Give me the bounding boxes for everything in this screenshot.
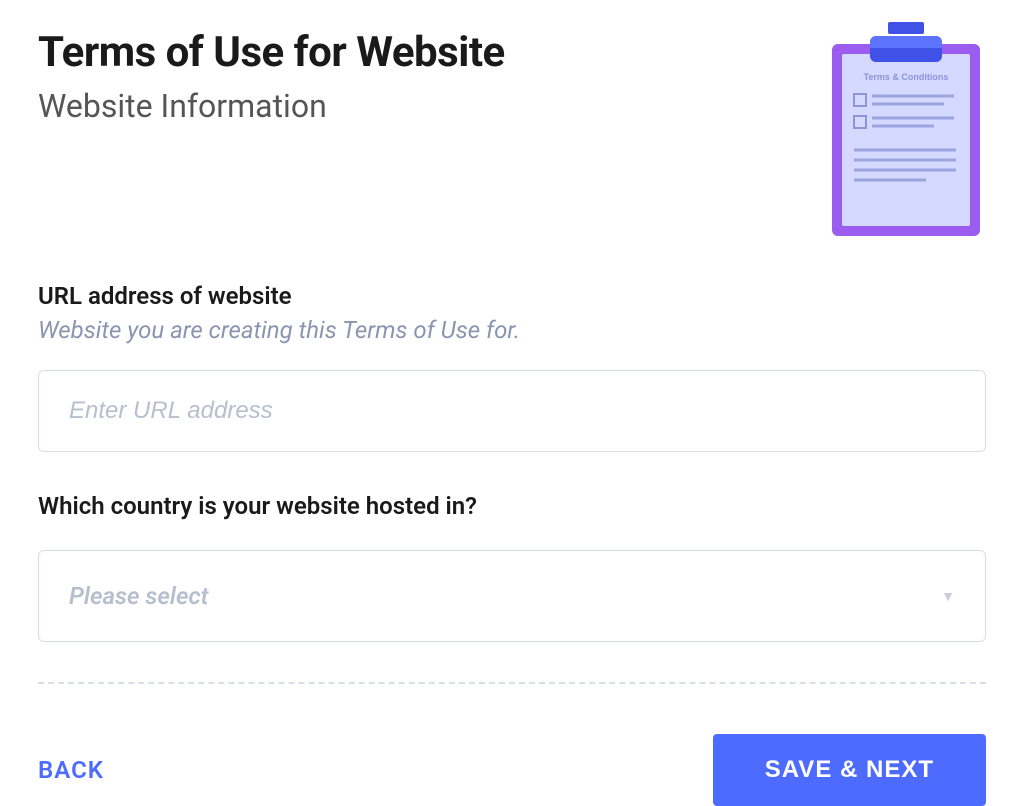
- chevron-down-icon: ▼: [941, 588, 955, 605]
- page-title: Terms of Use for Website: [38, 28, 826, 77]
- country-select-placeholder: Please select: [69, 582, 208, 610]
- clipboard-icon: Terms & Conditions: [826, 22, 986, 242]
- illustration-caption: Terms & Conditions: [864, 72, 949, 82]
- back-button[interactable]: BACK: [38, 756, 104, 784]
- country-select[interactable]: Please select ▼: [38, 550, 986, 642]
- save-next-button[interactable]: SAVE & NEXT: [713, 734, 986, 806]
- url-field-label: URL address of website: [38, 282, 986, 310]
- divider: [38, 682, 986, 684]
- url-input[interactable]: [38, 370, 986, 452]
- url-field-hint: Website you are creating this Terms of U…: [38, 316, 986, 344]
- page-subtitle: Website Information: [38, 87, 826, 125]
- country-field-label: Which country is your website hosted in?: [38, 492, 986, 520]
